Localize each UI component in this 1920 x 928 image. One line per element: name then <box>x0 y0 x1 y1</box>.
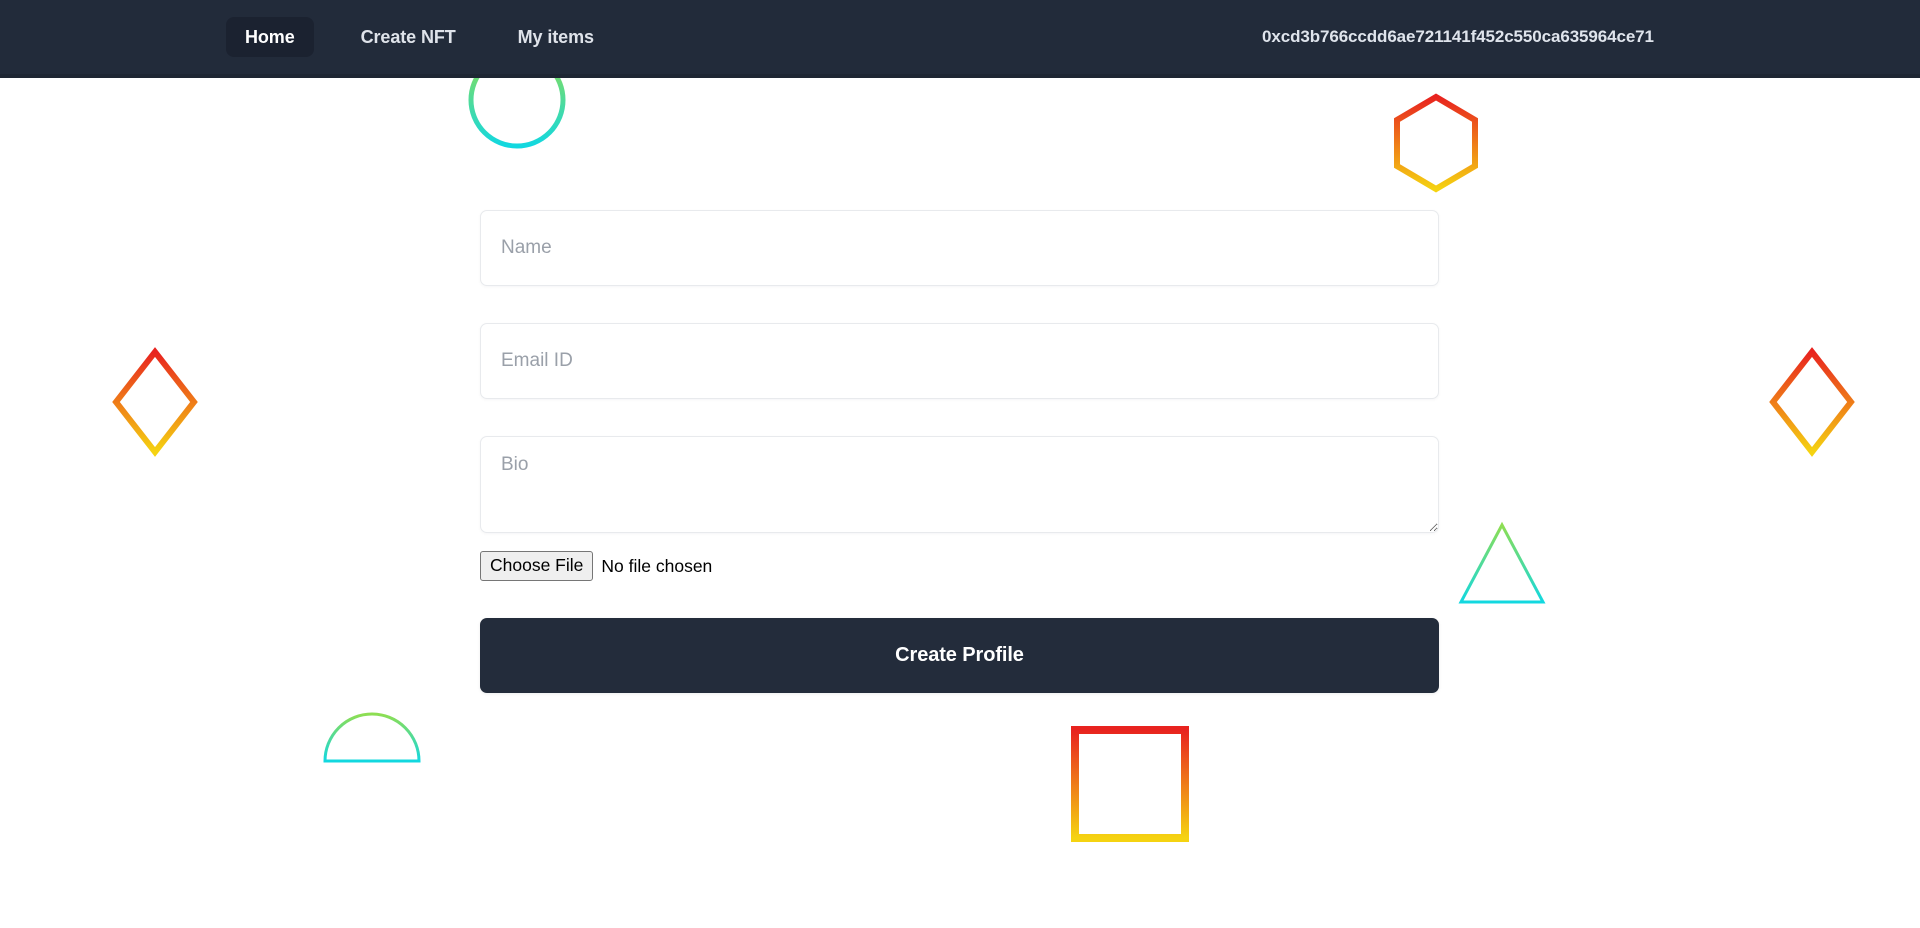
shape-diamond-left-icon <box>112 347 198 457</box>
top-navbar: Home Create NFT My items 0xcd3b766ccdd6a… <box>0 0 1920 78</box>
shape-triangle-icon <box>1458 521 1546 604</box>
shape-square-icon <box>1071 726 1189 842</box>
wallet-address[interactable]: 0xcd3b766ccdd6ae721141f452c550ca635964ce… <box>1262 27 1654 47</box>
navbar-menu: Home Create NFT My items <box>226 17 613 57</box>
create-profile-button[interactable]: Create Profile <box>480 618 1439 693</box>
nav-item-home[interactable]: Home <box>226 17 314 57</box>
bio-textarea[interactable] <box>480 436 1439 533</box>
shape-diamond-right-icon <box>1769 347 1855 457</box>
choose-file-button[interactable]: Choose File <box>480 551 594 581</box>
shape-semicircle-icon <box>323 712 421 763</box>
nav-item-create-nft[interactable]: Create NFT <box>342 17 475 57</box>
name-input[interactable] <box>480 210 1439 286</box>
nav-item-my-items[interactable]: My items <box>499 17 613 57</box>
file-status-label: No file chosen <box>601 555 713 576</box>
shape-hexagon-icon <box>1394 93 1478 193</box>
create-profile-form: Choose File No file chosen Create Profil… <box>480 210 1439 693</box>
page-root: Home Create NFT My items 0xcd3b766ccdd6a… <box>0 0 1920 928</box>
file-upload-row: Choose File No file chosen <box>480 551 1439 581</box>
email-input[interactable] <box>480 323 1439 399</box>
